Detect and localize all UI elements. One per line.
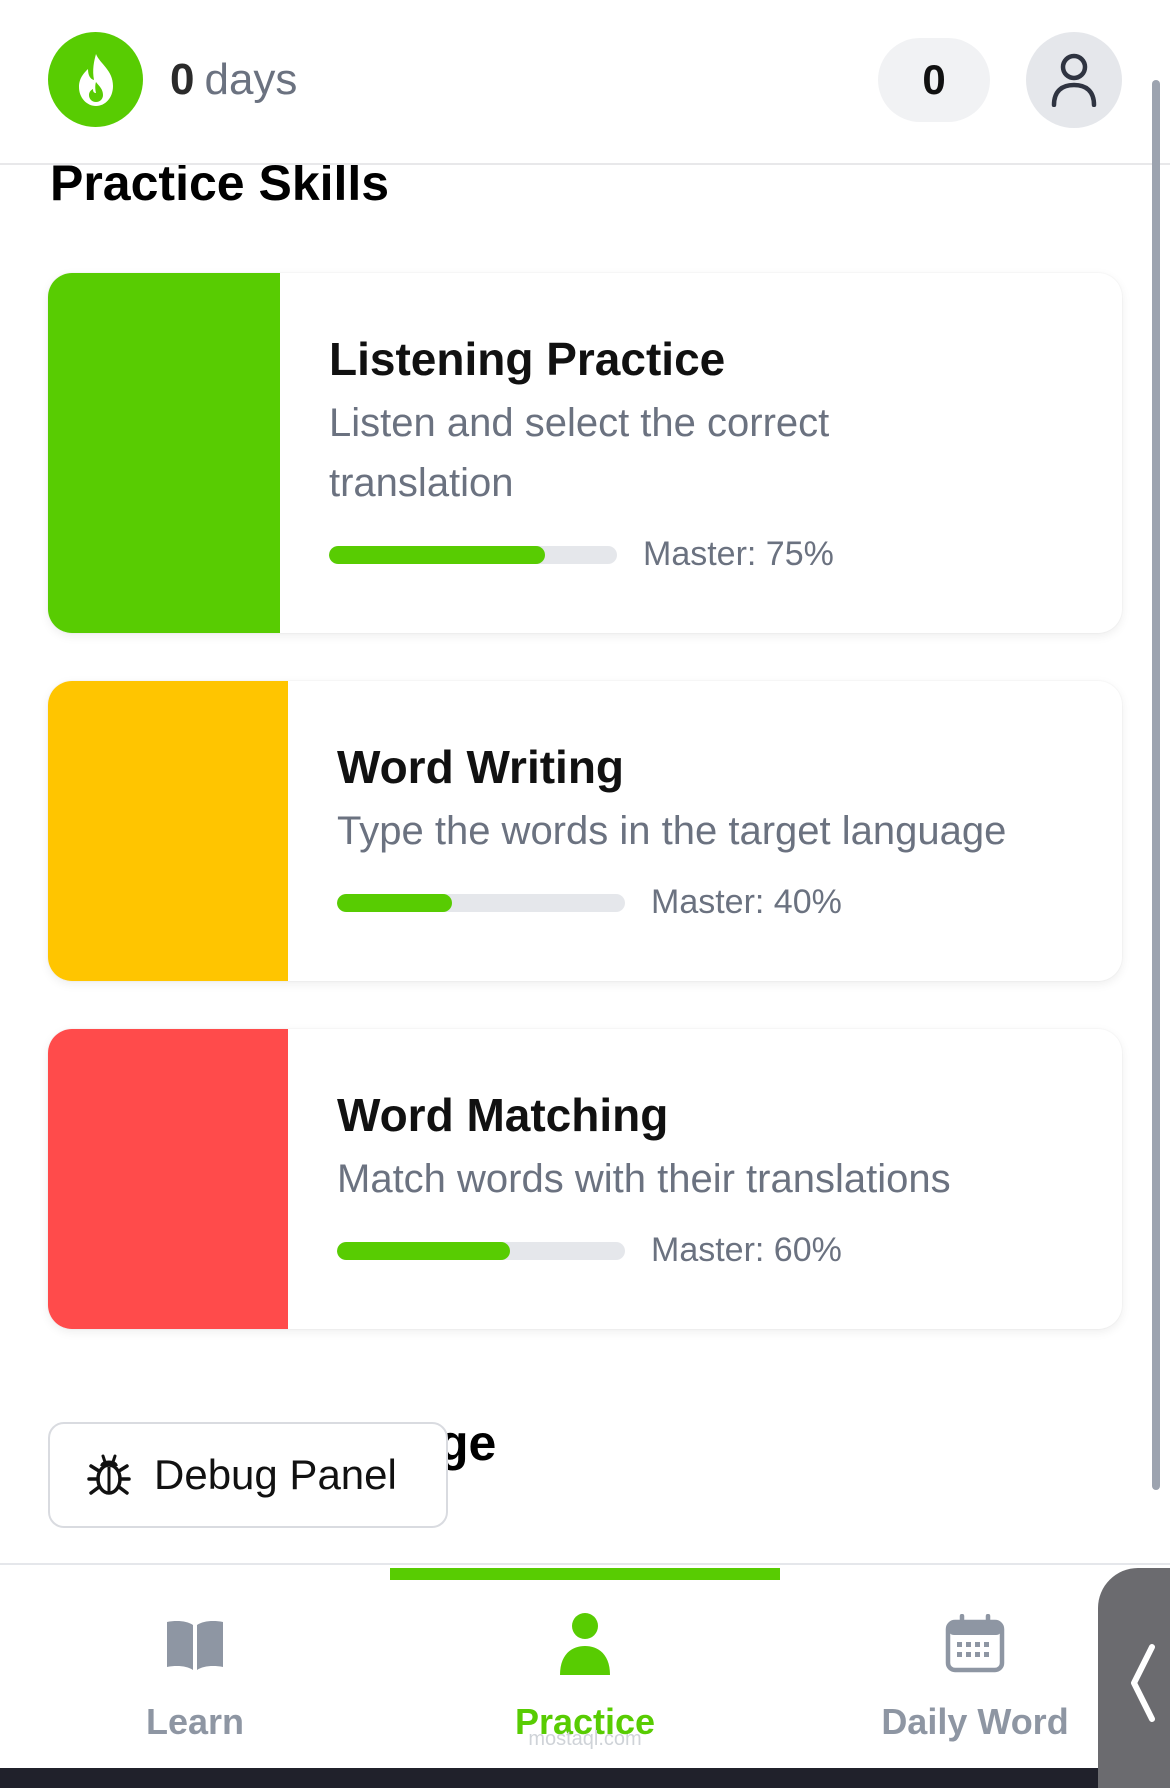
user-icon xyxy=(1051,53,1097,107)
person-icon xyxy=(557,1605,613,1683)
skill-card-listening[interactable]: Listening Practice Listen and select the… xyxy=(48,273,1122,633)
skill-description: Listen and select the correct translatio… xyxy=(329,401,830,505)
calendar-icon xyxy=(945,1605,1005,1683)
skill-description: Match words with their translations xyxy=(337,1157,951,1201)
system-home-bar xyxy=(0,1768,1170,1788)
top-bar: 0 days 0 xyxy=(0,0,1170,165)
skill-card-body: Word Writing Type the words in the targe… xyxy=(337,737,1082,922)
skill-card-body: Word Matching Match words with their tra… xyxy=(337,1085,1082,1270)
skill-title: Listening Practice xyxy=(329,333,726,385)
fire-icon xyxy=(78,53,113,106)
mastery-row: Master: 40% xyxy=(337,883,1082,922)
scrollbar[interactable] xyxy=(1152,80,1160,1490)
mastery-progress-bar xyxy=(329,545,617,564)
profile-button[interactable] xyxy=(1026,32,1122,128)
mastery-label: Master: 60% xyxy=(651,1231,842,1269)
debug-panel-button[interactable]: Debug Panel xyxy=(48,1422,448,1528)
watermark: mostaql.com xyxy=(528,1728,642,1750)
side-panel-handle[interactable] xyxy=(1098,1568,1170,1788)
skill-color-block xyxy=(48,1029,288,1329)
skill-title: Word Matching xyxy=(337,1089,669,1141)
practice-screen: 0 days 0 Practice Skills Listening Practi… xyxy=(0,0,1170,1788)
mastery-progress-fill xyxy=(337,893,453,912)
skill-card-body: Listening Practice Listen and select the… xyxy=(329,329,1082,574)
mastery-row: Master: 75% xyxy=(329,535,1082,574)
streak-badge[interactable] xyxy=(48,32,143,127)
skill-card-writing[interactable]: Word Writing Type the words in the targe… xyxy=(48,681,1122,981)
mastery-label: Master: 40% xyxy=(651,883,842,921)
active-tab-indicator xyxy=(390,1568,780,1580)
streak-count: 0 xyxy=(170,55,195,104)
skill-title: Word Writing xyxy=(337,741,625,793)
chevron-left-icon xyxy=(1131,1644,1155,1722)
skill-card-matching[interactable]: Word Matching Match words with their tra… xyxy=(48,1029,1122,1329)
mastery-progress-fill xyxy=(329,545,545,564)
book-icon xyxy=(163,1605,227,1683)
points-badge[interactable]: 0 xyxy=(878,38,990,122)
skill-color-block xyxy=(48,681,288,981)
points-value: 0 xyxy=(922,56,946,103)
skill-color-block xyxy=(48,273,280,633)
mastery-label: Master: 75% xyxy=(643,535,834,573)
debug-panel-label: Debug Panel xyxy=(154,1451,397,1498)
streak-display: 0 days xyxy=(170,52,297,108)
mastery-row: Master: 60% xyxy=(337,1231,1082,1270)
skill-description: Type the words in the target language xyxy=(337,809,1007,853)
mastery-progress-fill xyxy=(337,1241,510,1260)
mastery-progress-bar xyxy=(337,893,625,912)
streak-unit: days xyxy=(204,55,298,104)
bug-icon xyxy=(87,1454,131,1495)
mastery-progress-bar xyxy=(337,1241,625,1260)
